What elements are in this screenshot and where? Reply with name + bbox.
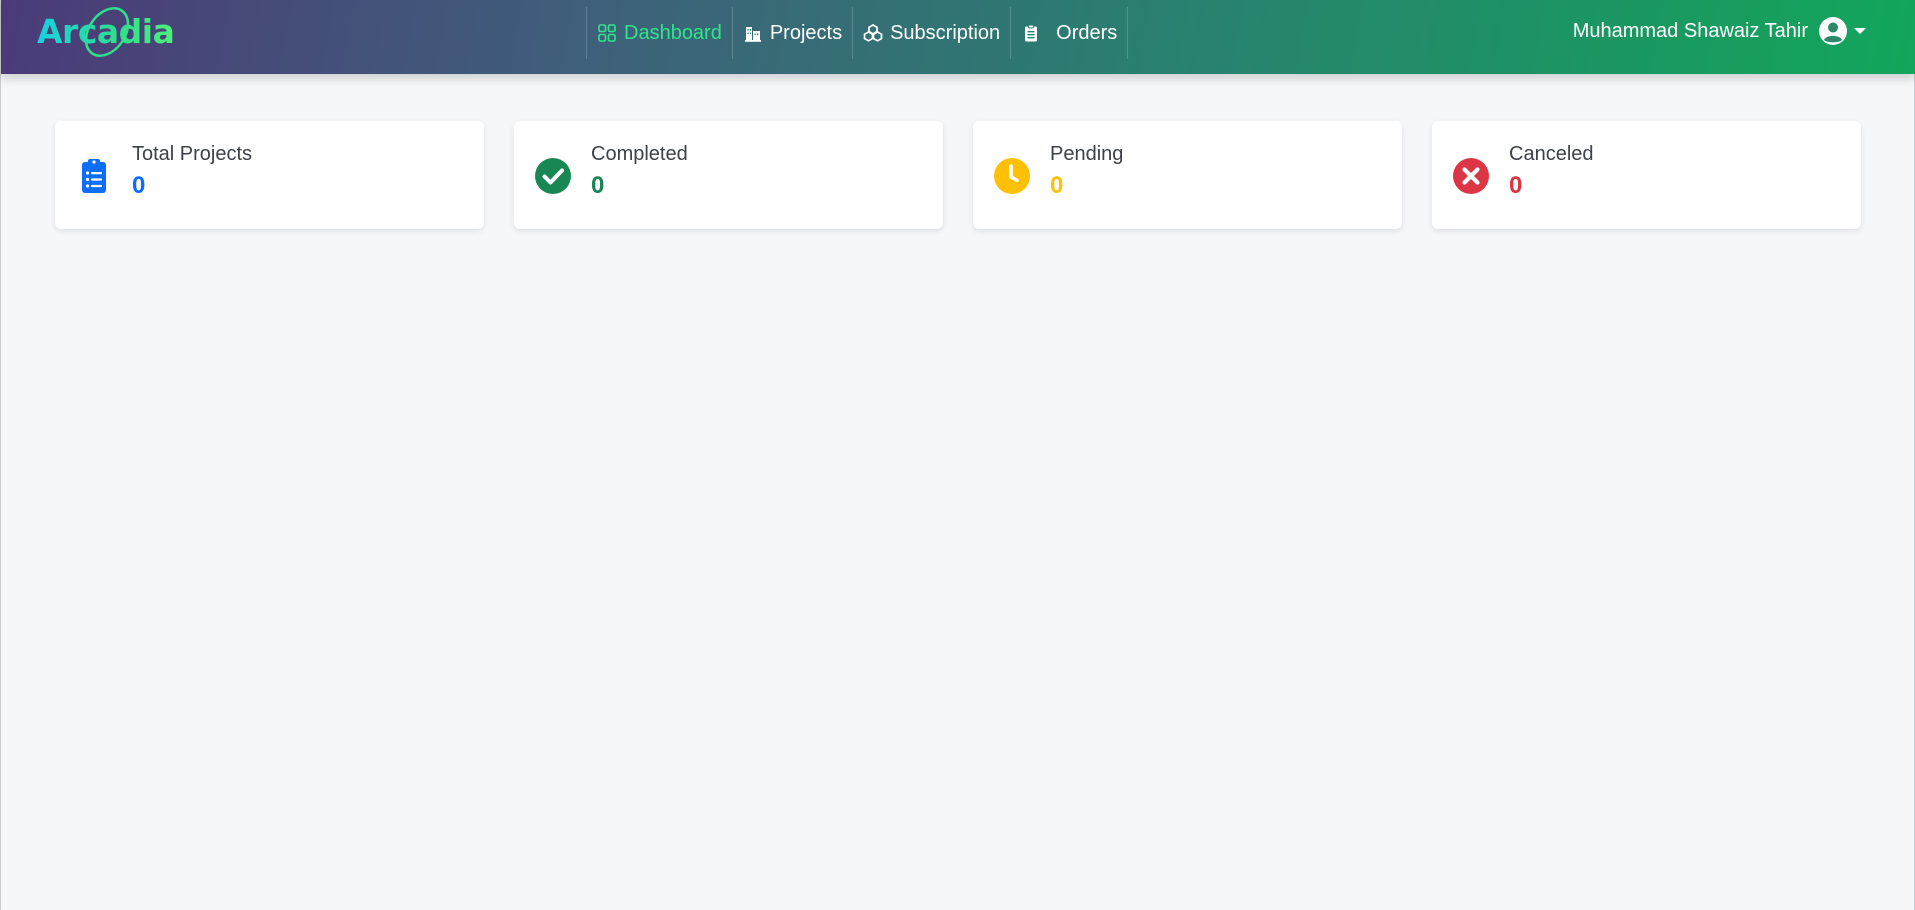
nav-subscription-label: Subscription	[890, 21, 1001, 44]
top-navbar: Arcadia Dashboard Projects Subscription …	[1, 0, 1915, 74]
clipboard-icon	[1021, 23, 1041, 43]
stat-value: 0	[591, 172, 605, 199]
buildings-icon	[743, 23, 763, 43]
stat-card-pending: Pending 0	[973, 121, 1402, 229]
main-nav: Dashboard Projects Subscription Orders	[586, 7, 1129, 59]
grid-icon	[597, 23, 617, 43]
user-name: Muhammad Shawaiz Tahir	[1572, 19, 1808, 42]
user-menu[interactable]: Muhammad Shawaiz Tahir	[1573, 16, 1866, 46]
boxes-icon	[863, 23, 883, 43]
stat-label: Total Projects	[132, 143, 253, 165]
nav-dashboard[interactable]: Dashboard	[586, 7, 732, 59]
stats-row: Total Projects 0 Completed 0 Pending 0 C…	[55, 121, 1861, 229]
x-circle-icon	[1452, 157, 1490, 195]
nav-subscription[interactable]: Subscription	[852, 7, 1010, 59]
clipboard-list-icon	[75, 157, 113, 195]
chevron-down-icon	[1854, 28, 1866, 34]
user-circle-icon	[1818, 16, 1848, 46]
check-circle-icon	[534, 157, 572, 195]
stat-card-canceled: Canceled 0	[1432, 121, 1861, 229]
nav-orders[interactable]: Orders	[1010, 7, 1129, 59]
stat-label: Canceled	[1509, 143, 1594, 165]
stat-label: Pending	[1050, 143, 1124, 165]
nav-dashboard-label: Dashboard	[624, 21, 722, 44]
brand-logo[interactable]: Arcadia	[35, 6, 175, 60]
stat-value: 0	[1050, 172, 1064, 199]
clock-icon	[993, 157, 1031, 195]
nav-projects[interactable]: Projects	[731, 7, 852, 59]
brand-name: Arcadia	[37, 12, 175, 51]
stat-value: 0	[1509, 172, 1523, 199]
stat-value: 0	[132, 172, 146, 199]
stat-card-total-projects: Total Projects 0	[55, 121, 484, 229]
stat-label: Completed	[591, 143, 688, 165]
nav-projects-label: Projects	[769, 21, 843, 44]
nav-orders-label: Orders	[1056, 21, 1118, 44]
stat-card-completed: Completed 0	[514, 121, 943, 229]
